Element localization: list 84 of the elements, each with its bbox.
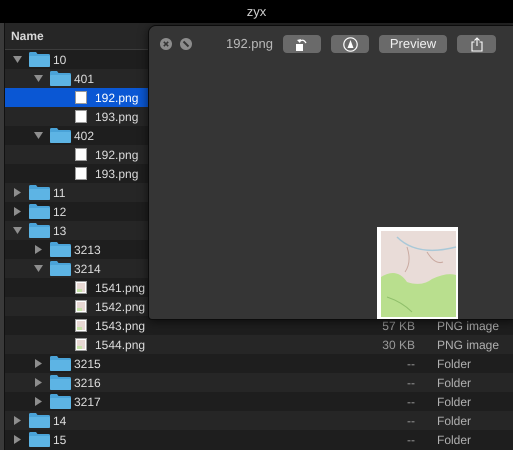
folder-icon: [28, 52, 50, 67]
caret-right-icon[interactable]: [34, 397, 43, 406]
file-row[interactable]: 1544.png 30 KB PNG image: [5, 335, 513, 354]
close-icon[interactable]: [160, 38, 172, 50]
caret-right-icon[interactable]: [34, 359, 43, 368]
folder-icon: [28, 432, 50, 447]
kind-cell-text: Folder: [437, 356, 472, 372]
file-name: 402: [74, 128, 94, 144]
file-name: 401: [74, 70, 94, 88]
window-title: zyx: [246, 2, 266, 21]
file-icon: [75, 91, 87, 104]
file-name: 1542.png: [95, 298, 146, 316]
folder-icon: [50, 356, 70, 371]
caret-right-icon[interactable]: [13, 416, 22, 425]
file-name: 3214: [74, 260, 101, 278]
image-thumbnail-icon: [75, 281, 87, 294]
file-name: 10: [53, 52, 66, 68]
folder-icon: [28, 185, 50, 200]
folder-icon: [50, 394, 70, 409]
size-cell-text: --: [406, 412, 415, 430]
size-cell-text: --: [406, 432, 415, 448]
size-cell-text: 57 KB: [381, 318, 415, 334]
caret-down-icon[interactable]: [13, 226, 22, 235]
size-cell-text: --: [406, 356, 415, 372]
size-cell-text: 30 KB: [381, 336, 415, 354]
file-name: 12: [53, 204, 66, 220]
share-icon: [470, 36, 482, 52]
column-heading[interactable]: Name: [11, 27, 44, 45]
file-icon: [75, 167, 87, 180]
caret-right-icon[interactable]: [13, 188, 22, 197]
image-thumbnail-icon: [75, 338, 87, 351]
file-name: 14: [53, 412, 66, 430]
kind-cell-text: Folder: [437, 374, 472, 392]
folder-icon: [50, 261, 70, 276]
file-row[interactable]: 14 -- Folder: [5, 411, 513, 430]
file-name: 1543.png: [95, 318, 146, 334]
file-name: 3213: [74, 242, 101, 258]
share-button[interactable]: [457, 35, 496, 53]
file-name: 193.png: [95, 166, 138, 182]
preview-button[interactable]: Preview: [379, 35, 447, 53]
rotate-button[interactable]: [283, 35, 321, 53]
markup-button[interactable]: [331, 35, 369, 53]
kind-cell-text: Folder: [437, 432, 472, 448]
folder-icon: [50, 242, 70, 257]
pen-tip-icon: [342, 36, 358, 52]
image-thumbnail-icon: [75, 300, 87, 313]
file-name: 11: [53, 184, 66, 202]
folder-icon: [28, 204, 50, 219]
rotate-icon: [295, 38, 309, 50]
file-row[interactable]: 3216 -- Folder: [5, 373, 513, 392]
kind-cell-text: Folder: [437, 394, 472, 410]
file-name: 1541.png: [95, 280, 146, 296]
caret-right-icon[interactable]: [34, 245, 43, 254]
folder-icon: [50, 71, 70, 86]
file-name: 192.png: [95, 90, 138, 106]
caret-right-icon[interactable]: [13, 207, 22, 216]
caret-down-icon[interactable]: [13, 55, 22, 64]
size-cell-text: --: [406, 394, 415, 410]
caret-down-icon[interactable]: [34, 264, 43, 273]
caret-right-icon[interactable]: [13, 435, 22, 444]
folder-icon: [50, 128, 70, 143]
file-name: 13: [53, 222, 66, 240]
size-cell-text: --: [406, 374, 415, 392]
caret-down-icon[interactable]: [34, 131, 43, 140]
file-name: 3216: [74, 374, 101, 392]
preview-title: 192.png: [226, 35, 273, 54]
kind-cell-text: PNG image: [437, 318, 500, 334]
file-name: 3217: [74, 394, 101, 410]
folder-icon: [50, 375, 70, 390]
caret-right-icon[interactable]: [34, 378, 43, 387]
file-name: 3215: [74, 356, 101, 372]
fullscreen-icon[interactable]: [180, 38, 192, 50]
file-name: 193.png: [95, 108, 138, 126]
file-name: 15: [53, 432, 66, 448]
file-name: 1544.png: [95, 336, 146, 354]
image-thumbnail-icon: [75, 319, 87, 332]
file-icon: [75, 110, 87, 123]
file-name: 192.png: [95, 146, 138, 164]
folder-icon: [28, 223, 50, 238]
kind-cell-text: Folder: [437, 412, 472, 430]
kind-cell-text: PNG image: [437, 336, 500, 354]
file-icon: [75, 148, 87, 161]
folder-icon: [28, 413, 50, 428]
caret-down-icon[interactable]: [34, 74, 43, 83]
